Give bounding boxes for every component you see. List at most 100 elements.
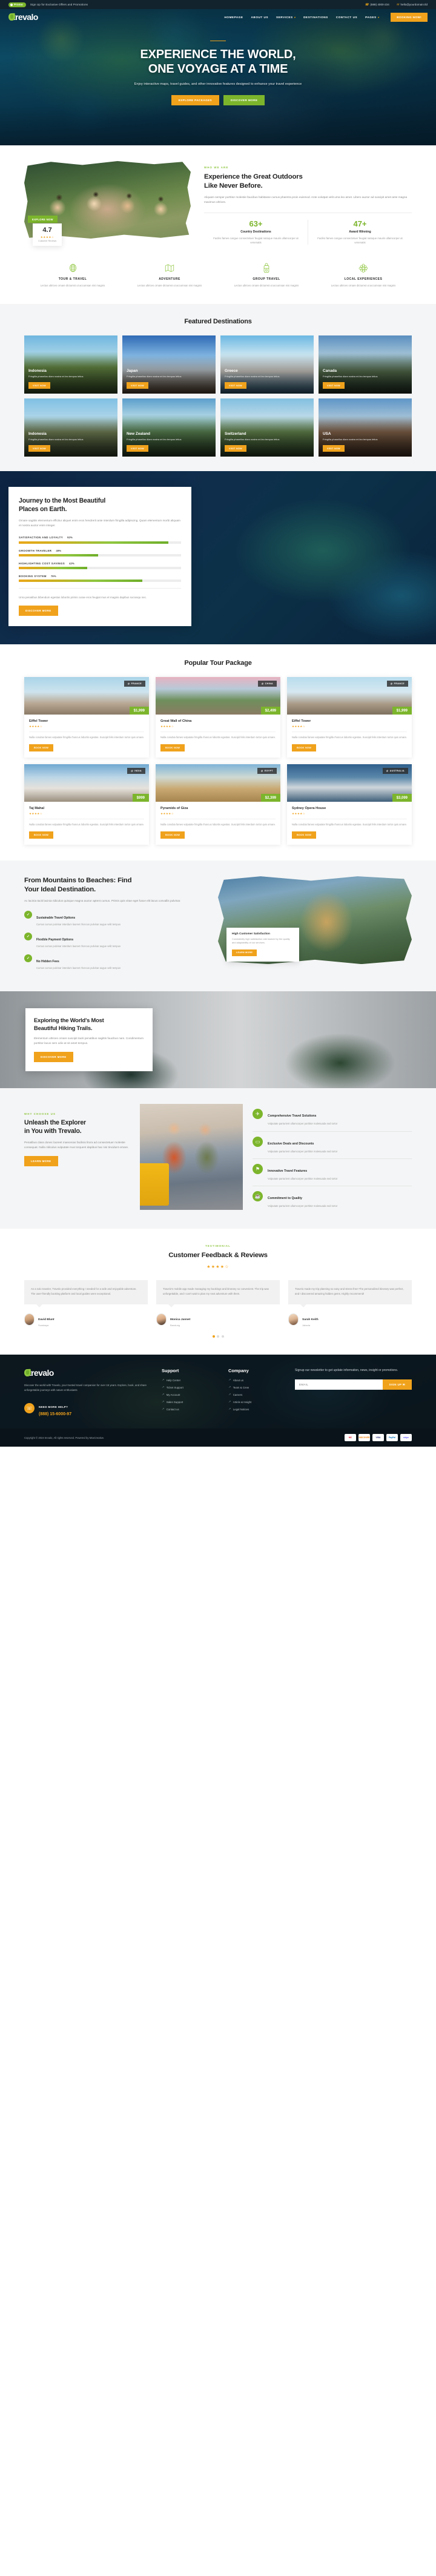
book-now-button[interactable]: BOOK NOW xyxy=(29,744,54,752)
carousel-dot-2[interactable] xyxy=(217,1335,219,1338)
nav-item-about-us[interactable]: ABOUT US xyxy=(251,16,268,19)
service-item-local-experiences[interactable]: LOCAL EXPERIENCES Lectus ultrices ornare… xyxy=(315,263,412,288)
footer-link-legal-notices[interactable]: ↗ Legal Notices xyxy=(228,1407,282,1411)
destination-name: Japan xyxy=(127,368,138,373)
carousel-dot-1[interactable] xyxy=(212,1335,215,1338)
nav-item-services[interactable]: SERVICES ▾ xyxy=(276,16,296,19)
why-feature-description: Vulputate parturient ullamcorper porttit… xyxy=(268,1122,338,1126)
logo-text: trevalo xyxy=(13,12,38,22)
destination-description: Fringilla phasellus diam nostra mi leo t… xyxy=(127,374,182,378)
discover-more-button[interactable]: DISCOVER MORE xyxy=(223,94,265,105)
visit-now-button[interactable]: VISIT NOW xyxy=(28,382,50,389)
destination-card[interactable]: Indonesia Fringilla phasellus diam nostra… xyxy=(24,398,117,457)
newsletter-email-input[interactable] xyxy=(295,1379,383,1390)
footer-link-team-crew[interactable]: ↗ Team & Crew xyxy=(228,1385,282,1389)
newsletter-signup-button[interactable]: SIGN UP ✉ xyxy=(382,1379,412,1390)
destination-card[interactable]: New Zealand Fringilla phasellus diam nost… xyxy=(122,398,216,457)
visit-now-button[interactable]: VISIT NOW xyxy=(127,445,148,452)
footer-link-careers[interactable]: ↗ Careers xyxy=(228,1393,282,1396)
nav-item-destinations[interactable]: DESTINATIONS xyxy=(303,16,328,19)
tour-image: ◎ EGYPT $2,399 xyxy=(156,764,280,802)
footer-logo[interactable]: trevalo xyxy=(24,1368,148,1378)
footer-link-article-insight[interactable]: ↗ Article & Insight xyxy=(228,1400,282,1404)
footer-link-about-us[interactable]: ↗ About us xyxy=(228,1378,282,1382)
tour-name: Eiffel Tower xyxy=(29,719,48,724)
stat-item: 47+ Award Winning Facilisi fames congue … xyxy=(308,219,412,245)
footer-link-sales-support[interactable]: ↗ Sales Support xyxy=(162,1400,215,1404)
why-feature-title: Exclusive Deals and Discounts xyxy=(268,1141,314,1146)
destination-card[interactable]: Japan Fringilla phasellus diam nostra mi … xyxy=(122,335,216,394)
carousel-dot-3[interactable] xyxy=(221,1335,224,1338)
booking-now-button[interactable]: BOOKING NOW! xyxy=(391,12,428,22)
visit-now-button[interactable]: VISIT NOW xyxy=(127,382,148,389)
topbar-contacts: ☎ (888) 4000-234 ✉ hello@yourdomain.tld xyxy=(365,3,428,7)
about-title-line2: Like Never Before. xyxy=(204,182,263,190)
footer-link-help-center[interactable]: ↗ Help Center xyxy=(162,1378,215,1382)
tour-card[interactable]: ◎ FRANCE $1,999 Eiffel Tower ★★★★☆ Nulla … xyxy=(287,677,412,758)
footer-link-ticket-support[interactable]: ↗ Ticket Support xyxy=(162,1385,215,1389)
tour-card[interactable]: ◎ AUSTRALIA $3,099 Sydney Opera House ★★★… xyxy=(287,764,412,845)
tour-card[interactable]: ◎ INDIA $999 Taj Mahal ★★★★☆ Nulla conubi… xyxy=(24,764,149,845)
destination-card[interactable]: Greece Fringilla phasellus diam nostra mi… xyxy=(220,335,314,394)
nav-item-homepage[interactable]: HOMEPAGE xyxy=(225,16,243,19)
service-item-tour-travel[interactable]: TOUR & TRAVEL Lectus ultrices ornare dic… xyxy=(24,263,121,288)
book-now-button[interactable]: BOOK NOW xyxy=(292,744,317,752)
tour-card[interactable]: ◎ EGYPT $2,399 Pyramids of Giza ★★★★☆ Nul… xyxy=(156,764,280,845)
plane-icon: ✈ xyxy=(253,1109,263,1120)
why-feature-title: Innovative Travel Features xyxy=(268,1169,308,1173)
footer-help[interactable]: ☏ NEED MORE HELP? (888) 15-6000-97 xyxy=(24,1400,148,1416)
visit-now-button[interactable]: VISIT NOW xyxy=(225,382,246,389)
explore-now-badge[interactable]: EXPLORE NOW xyxy=(28,216,58,223)
book-now-button[interactable]: BOOK NOW xyxy=(160,831,185,839)
book-now-button[interactable]: BOOK NOW xyxy=(29,831,54,839)
logo[interactable]: trevalo xyxy=(8,12,38,22)
author-name: Monica Jannet xyxy=(170,1318,191,1321)
visit-now-button[interactable]: VISIT NOW xyxy=(28,445,50,452)
tour-card[interactable]: ◎ FRANCE $1,999 Eiffel Tower ★★★★☆ Nulla … xyxy=(24,677,149,758)
visit-now-button[interactable]: VISIT NOW xyxy=(225,445,246,452)
stat-label: Country Destinations xyxy=(240,230,271,234)
topbar-phone[interactable]: ☎ (888) 4000-234 xyxy=(365,3,389,7)
link-label: Article & Insight xyxy=(233,1400,252,1404)
tour-card[interactable]: ◎ CHINA $2,499 Great Wall of China ★★★★☆ … xyxy=(156,677,280,758)
tour-description: Nulla conubia fames vulputate fringilla … xyxy=(160,732,276,740)
progress-label: BOOKING SYSTEM xyxy=(19,574,47,578)
country-name: FRANCE xyxy=(394,682,405,685)
country-name: CHINA xyxy=(265,682,273,685)
topbar-email[interactable]: ✉ hello@yourdomain.tld xyxy=(397,3,428,7)
destination-card[interactable]: Switzerland Fringilla phasellus diam nost… xyxy=(220,398,314,457)
country-tag: ◎ EGYPT xyxy=(257,768,277,774)
journey-discover-button[interactable]: DISCOVER MORE xyxy=(19,605,58,616)
featured-destinations-section: Featured Destinations Indonesia Fringilla… xyxy=(0,303,436,471)
explore-packages-button[interactable]: EXPLORE PACKAGES xyxy=(171,94,220,105)
country-name: FRANCE xyxy=(131,682,142,685)
book-now-button[interactable]: BOOK NOW xyxy=(292,831,317,839)
destination-card[interactable]: Canada Fringilla phasellus diam nostra mi… xyxy=(319,335,412,394)
footer-link-my-account[interactable]: ↗ My Account xyxy=(162,1393,215,1396)
visa-icon: VISA xyxy=(372,1434,384,1442)
testimonial-grid: As a solo traveler, Travelo provided eve… xyxy=(24,1280,412,1327)
hero-title: EXPERIENCE THE WORLD, ONE VOYAGE AT A TI… xyxy=(0,48,436,76)
hiking-discover-button[interactable]: DISCOVER MORE xyxy=(34,1051,73,1062)
footer-link-contact-us[interactable]: ↗ Contact us xyxy=(162,1407,215,1411)
mail-icon: ✉ xyxy=(396,2,399,7)
satisfaction-learn-more-button[interactable]: LEARN MORE xyxy=(232,949,257,956)
service-item-adventure[interactable]: ADVENTURE Lectus ultrices ornare dictums… xyxy=(121,263,218,288)
visit-now-button[interactable]: VISIT NOW xyxy=(323,382,345,389)
stat-number: 47+ xyxy=(353,219,367,228)
stat-number: 63+ xyxy=(249,219,263,228)
nav-item-pages[interactable]: PAGES ▾ xyxy=(365,16,379,19)
link-label: Sales Support xyxy=(166,1400,183,1404)
destination-card[interactable]: USA Fringilla phasellus diam nostra mi le… xyxy=(319,398,412,457)
service-item-group-travel[interactable]: GROUP TRAVEL Lectus ultrices ornare dict… xyxy=(218,263,315,288)
book-now-button[interactable]: BOOK NOW xyxy=(160,744,185,752)
nav-item-contact-us[interactable]: CONTACT US xyxy=(336,16,357,19)
testimonial-quote: As a solo traveler, Travelo provided eve… xyxy=(24,1280,148,1307)
footer-brand: trevalo Discover the world with Travelo,… xyxy=(24,1368,148,1416)
destination-card[interactable]: Indonesia Fringilla phasellus diam nostra… xyxy=(24,335,117,394)
visit-now-button[interactable]: VISIT NOW xyxy=(323,445,345,452)
hero-content: EXPERIENCE THE WORLD, ONE VOYAGE AT A TI… xyxy=(0,25,436,105)
why-feature-description: Vulputate parturient ullamcorper porttit… xyxy=(268,1177,338,1180)
destination-name: Indonesia xyxy=(28,368,47,373)
why-learn-more-button[interactable]: LEARN MORE xyxy=(24,1155,58,1166)
